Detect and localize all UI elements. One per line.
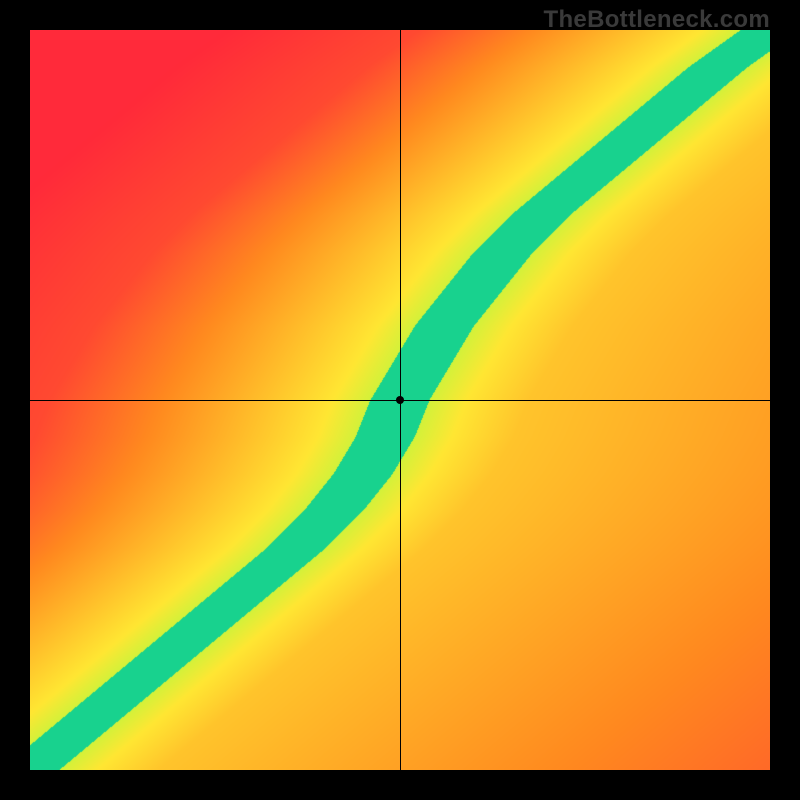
chart-frame: TheBottleneck.com: [0, 0, 800, 800]
heatmap-plot: [30, 30, 770, 770]
watermark-text: TheBottleneck.com: [544, 6, 770, 34]
marker-dot: [396, 396, 404, 404]
